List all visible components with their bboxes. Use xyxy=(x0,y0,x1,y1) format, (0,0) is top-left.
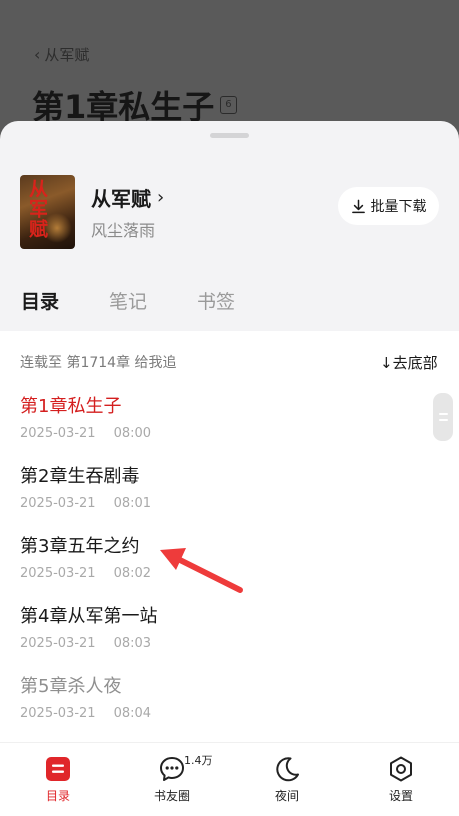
catalog-sheet: 从军赋 从军赋 › 风尘落雨 批量下载 目录 笔记 书签 连载至 第1714章 … xyxy=(0,121,459,816)
chapter-item[interactable]: 第2章生吞剧毒 2025-03-21 08:01 xyxy=(20,465,420,533)
chapter-title: 第3章五年之约 xyxy=(20,536,140,557)
serial-status: 连载至 第1714章 给我追 xyxy=(20,355,177,371)
tab-notes[interactable]: 笔记 xyxy=(109,287,147,314)
chapter-item[interactable]: 第5章杀人夜 2025-03-21 08:04 xyxy=(20,675,420,743)
book-author: 风尘落雨 xyxy=(91,221,156,240)
settings-icon xyxy=(387,755,415,783)
moon-icon xyxy=(273,755,301,783)
book-title: 从军赋 xyxy=(91,187,151,211)
chapter-item[interactable]: 第3章五年之约 2025-03-21 08:02 xyxy=(20,535,420,603)
batch-download-label: 批量下载 xyxy=(370,199,427,215)
page-badge: 6 xyxy=(220,96,237,114)
back-link[interactable]: ‹ 从军赋 xyxy=(34,44,89,65)
goto-bottom-button[interactable]: ↓去底部 xyxy=(380,352,438,373)
chat-icon: 1.4万 xyxy=(158,754,213,783)
bottom-nav: 目录 1.4万 书友圈 夜间 设置 xyxy=(0,742,459,816)
nav-label: 设置 xyxy=(388,789,413,803)
tab-bookmarks[interactable]: 书签 xyxy=(197,287,235,314)
book-cover[interactable]: 从军赋 xyxy=(20,175,75,249)
chapter-time: 08:03 xyxy=(113,636,152,651)
back-label: 从军赋 xyxy=(44,46,90,64)
download-icon xyxy=(351,199,365,213)
nav-settings[interactable]: 设置 xyxy=(366,755,436,804)
chapter-time: 08:00 xyxy=(113,426,152,441)
chevron-left-icon: ‹ xyxy=(34,45,41,64)
chevron-right-icon: › xyxy=(157,187,165,208)
chapter-title: 第1章私生子 xyxy=(20,396,122,417)
chapter-item[interactable]: 第1章私生子 2025-03-21 08:00 xyxy=(20,395,420,463)
chapter-title: 第5章杀人夜 xyxy=(20,676,122,697)
batch-download-button[interactable]: 批量下载 xyxy=(338,187,439,225)
nav-book-circle[interactable]: 1.4万 书友圈 xyxy=(137,754,213,804)
tab-catalog[interactable]: 目录 xyxy=(21,287,59,314)
chapter-date: 2025-03-21 xyxy=(20,566,96,581)
chapter-time: 08:04 xyxy=(113,706,152,721)
book-header: 从军赋 从军赋 › 风尘落雨 批量下载 xyxy=(0,121,459,266)
chapter-date: 2025-03-21 xyxy=(20,706,96,721)
nav-catalog[interactable]: 目录 xyxy=(23,755,93,804)
fast-scroll-handle[interactable] xyxy=(433,393,453,441)
chapter-title: 第2章生吞剧毒 xyxy=(20,466,140,487)
reader-background: ‹ 从军赋 第1章私生子 6 xyxy=(0,0,459,140)
nav-label: 夜间 xyxy=(274,789,299,803)
chapter-date: 2025-03-21 xyxy=(20,496,96,511)
sheet-tabs: 目录 笔记 书签 xyxy=(0,283,459,327)
chapter-date: 2025-03-21 xyxy=(20,636,96,651)
chapter-item[interactable]: 第4章从军第一站 2025-03-21 08:03 xyxy=(20,605,420,673)
chapter-date: 2025-03-21 xyxy=(20,426,96,441)
chapter-title: 第4章从军第一站 xyxy=(20,606,158,627)
cover-title-art: 从军赋 xyxy=(26,179,48,239)
chapter-time: 08:02 xyxy=(113,566,152,581)
catalog-icon xyxy=(44,755,72,783)
nav-night-mode[interactable]: 夜间 xyxy=(252,755,322,804)
nav-badge-count: 1.4万 xyxy=(184,754,213,767)
nav-label: 目录 xyxy=(45,789,70,803)
chapter-time: 08:01 xyxy=(113,496,152,511)
book-title-link[interactable]: 从军赋 › xyxy=(91,183,164,212)
chapter-list-panel[interactable]: 连载至 第1714章 给我追 ↓去底部 第1章私生子 2025-03-21 08… xyxy=(0,331,459,743)
nav-label: 书友圈 xyxy=(153,789,190,803)
